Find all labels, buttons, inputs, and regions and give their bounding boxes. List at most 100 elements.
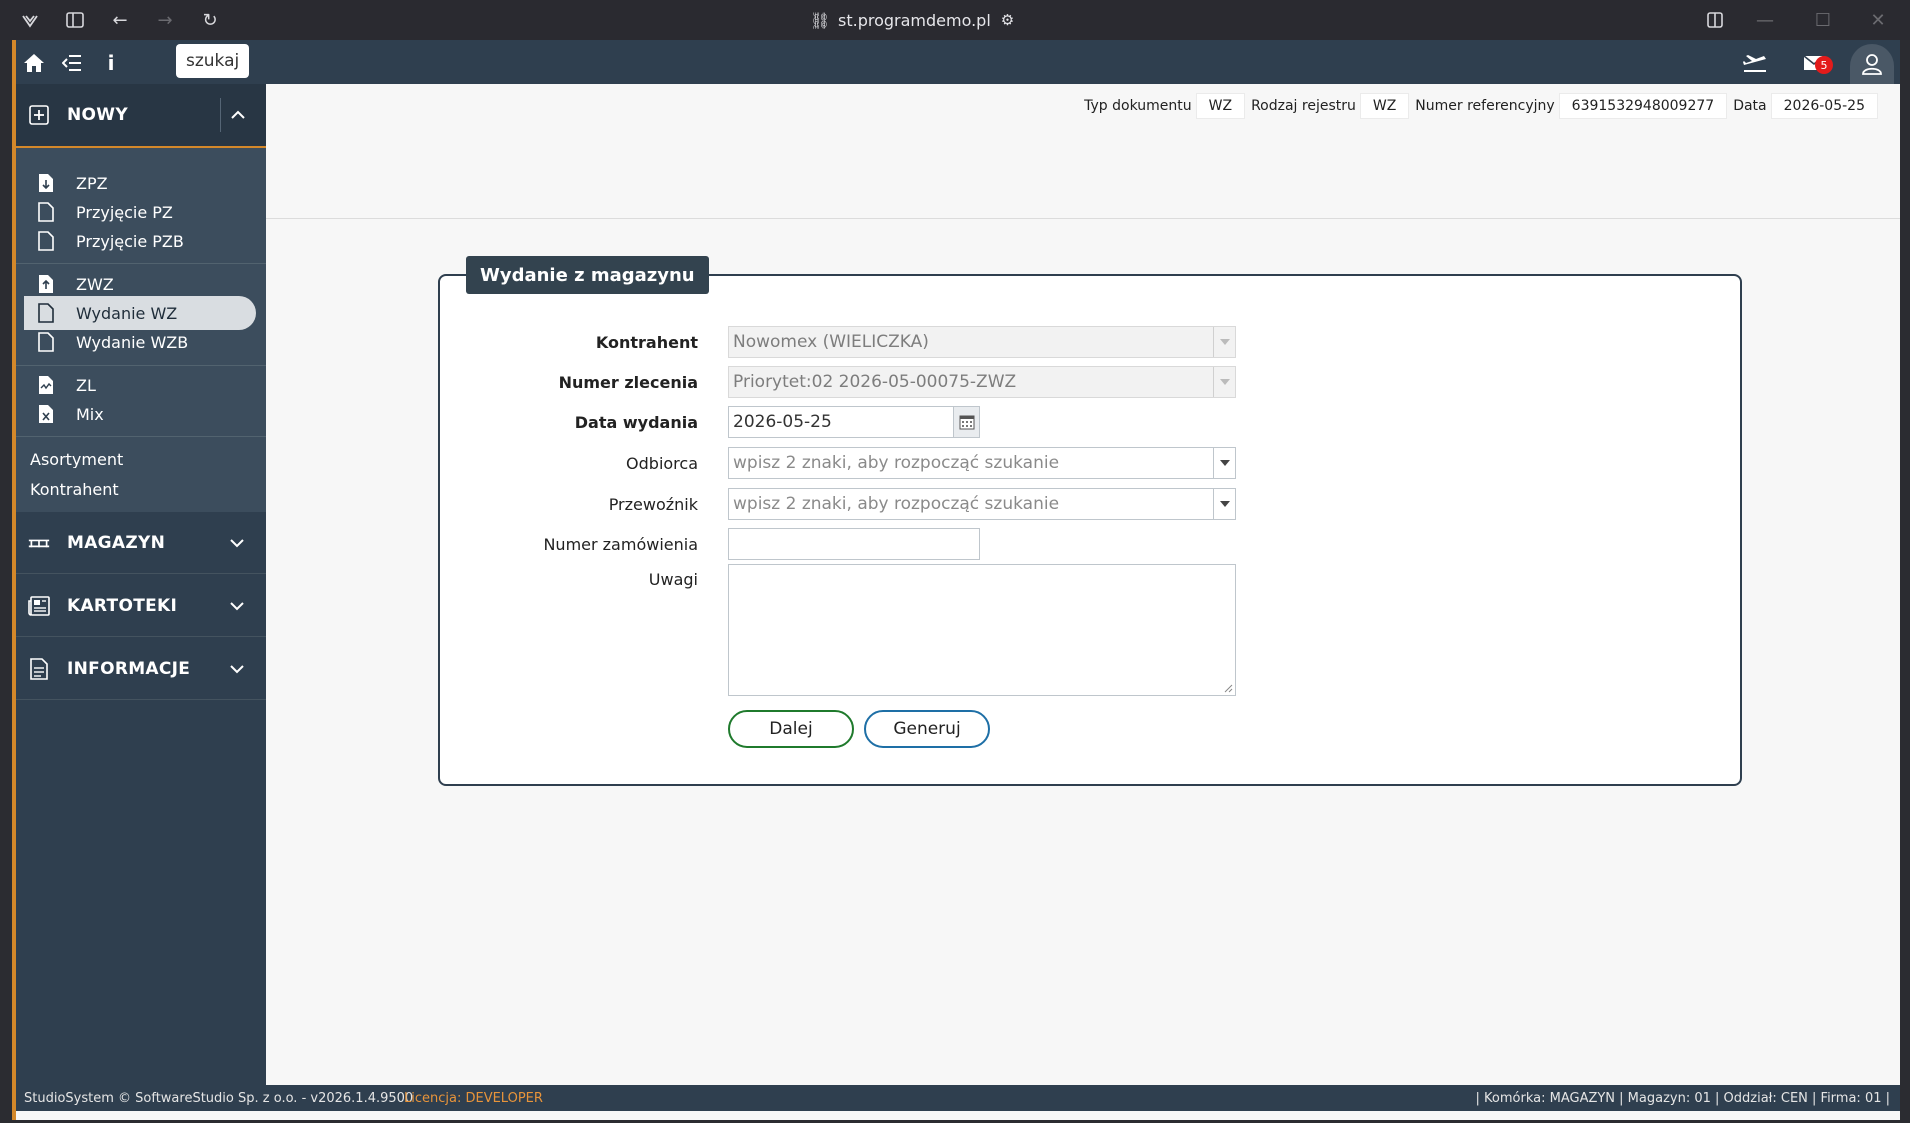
sidebar-link-kontrahent-label[interactable]: Kontrahent <box>30 480 119 499</box>
uwagi-label: Uwagi <box>648 570 698 589</box>
numer-zlecenia-label: Numer zlecenia <box>558 373 698 392</box>
register-type-label: Rodzaj rejestru <box>1251 98 1356 114</box>
plane-icon[interactable] <box>1742 50 1768 76</box>
numer-zlecenia-value: Priorytet:02 2026-05-00075-ZWZ <box>733 372 1017 392</box>
search-button[interactable]: szukaj <box>176 44 250 78</box>
generuj-button[interactable]: Generuj <box>864 710 990 748</box>
header-divider <box>266 218 1900 219</box>
maximize-icon[interactable]: ☐ <box>1811 8 1835 32</box>
tune-icon[interactable]: ⚙ <box>1001 11 1014 29</box>
sidebar-divider <box>16 436 266 437</box>
minimize-icon[interactable]: — <box>1753 8 1777 32</box>
sidebar-section-label: NOWY <box>67 105 128 125</box>
sidebar-toggle-icon[interactable] <box>63 8 87 32</box>
sidebar-item-wydanie-wzb[interactable]: Wydanie WZB <box>24 325 256 359</box>
main-content: Typ dokumentu WZ Rodzaj rejestru WZ Nume… <box>266 84 1900 1085</box>
document-icon <box>38 332 54 352</box>
reference-number-label: Numer referencyjny <box>1415 98 1555 114</box>
data-wydania-value: 2026-05-25 <box>733 412 832 432</box>
date-value: 2026-05-25 <box>1770 93 1878 119</box>
plus-square-icon <box>28 104 50 126</box>
dropdown-arrow-icon[interactable] <box>1213 489 1235 519</box>
sidebar-section-nowy[interactable]: NOWY <box>16 84 266 148</box>
user-icon <box>1862 54 1882 75</box>
mail-count-badge: 5 <box>1815 56 1833 74</box>
chevron-up-icon[interactable] <box>220 98 254 132</box>
sidebar-item-label: Przyjęcie PZ <box>76 202 173 222</box>
sidebar-divider <box>16 365 266 366</box>
doc-type-label: Typ dokumentu <box>1084 98 1192 114</box>
logo-icon[interactable] <box>18 8 42 32</box>
sidebar-section-label: KARTOTEKI <box>67 595 178 616</box>
reload-icon[interactable]: ↻ <box>198 8 222 32</box>
user-avatar[interactable] <box>1850 44 1894 84</box>
sidebar-item-label: Wydanie WZ <box>76 303 178 323</box>
browser-chrome: ← → ↻ ⛓ st.programdemo.pl ⚙ — ☐ ✕ <box>0 0 1910 40</box>
sidebar-section-magazyn[interactable]: MAGAZYN <box>16 512 266 574</box>
sidebar-item-mix[interactable]: Mix <box>24 397 256 431</box>
dropdown-arrow-icon <box>1213 367 1235 397</box>
split-view-icon[interactable] <box>1703 8 1727 32</box>
home-icon[interactable] <box>21 50 47 76</box>
document-header: Typ dokumentu WZ Rodzaj rejestru WZ Nume… <box>1084 92 1880 120</box>
forward-icon[interactable]: → <box>153 8 177 32</box>
sidebar-section-label: MAGAZYN <box>67 532 166 553</box>
dropdown-arrow-icon[interactable] <box>1213 448 1235 478</box>
sidebar-section-informacje[interactable]: INFORMACJE <box>16 638 266 700</box>
date-label: Data <box>1733 98 1767 114</box>
calendar-icon[interactable] <box>953 407 979 437</box>
status-footer: StudioSystem © SoftwareStudio Sp. z o.o.… <box>16 1085 1900 1111</box>
footer-license: Licencja: DEVELOPER <box>404 1090 543 1106</box>
back-icon[interactable]: ← <box>108 8 132 32</box>
close-icon[interactable]: ✕ <box>1866 8 1890 32</box>
odbiorca-label: Odbiorca <box>626 454 698 473</box>
form-title: Wydanie z magazynu <box>466 256 709 294</box>
chevron-down-icon[interactable] <box>220 526 254 560</box>
doc-type-value: WZ <box>1195 93 1246 119</box>
issue-form: Wydanie z magazynu Kontrahent Nowomex (W… <box>438 256 1742 786</box>
resize-handle-icon[interactable] <box>1223 683 1233 693</box>
document-chart-icon <box>39 376 53 394</box>
sidebar-item-label: ZWZ <box>76 274 114 294</box>
footer-context: | Komórka: MAGAZYN | Magazyn: 01 | Oddzi… <box>1475 1090 1890 1106</box>
numer-zamowienia-input[interactable] <box>728 528 980 560</box>
address-bar[interactable]: ⛓ st.programdemo.pl ⚙ <box>810 6 1030 34</box>
sidebar-item-label: Przyjęcie PZB <box>76 231 184 251</box>
sidebar-section-label: INFORMACJE <box>67 658 191 679</box>
kontrahent-select: Nowomex (WIELICZKA) <box>728 326 1236 358</box>
uwagi-textarea[interactable] <box>728 564 1236 696</box>
link-icon: ⛓ <box>810 10 831 30</box>
document-icon <box>38 231 54 251</box>
app-topbar: i szukaj 5 <box>16 40 1900 84</box>
sidebar: NOWY ZPZ Przyjęcie PZ Przyjęcie PZB ZWZ … <box>16 84 266 1085</box>
przewoznik-placeholder: wpisz 2 znaki, aby rozpocząć szukanie <box>733 494 1060 514</box>
document-text-icon <box>28 657 50 680</box>
dropdown-arrow-icon <box>1213 327 1235 357</box>
dalej-button[interactable]: Dalej <box>728 710 854 748</box>
przewoznik-combobox[interactable]: wpisz 2 znaki, aby rozpocząć szukanie <box>728 488 1236 520</box>
newspaper-icon <box>28 595 50 617</box>
sidebar-item-label: ZL <box>76 375 96 395</box>
sidebar-item-label: Wydanie WZB <box>76 332 189 352</box>
app-frame: i szukaj 5 NOWY ZPZ Przyjęcie PZ Przyjęc… <box>12 40 1900 1120</box>
sidebar-divider <box>16 263 266 264</box>
menu-collapse-icon[interactable] <box>59 50 85 76</box>
document-icon <box>38 202 54 222</box>
chevron-down-icon[interactable] <box>220 589 254 623</box>
document-download-icon <box>39 174 53 192</box>
document-excel-icon <box>39 405 53 423</box>
numer-zamowienia-label: Numer zamówienia <box>543 535 698 554</box>
sidebar-link-asortyment[interactable]: Asortyment <box>30 450 123 469</box>
przewoznik-label: Przewoźnik <box>608 495 698 514</box>
odbiorca-combobox[interactable]: wpisz 2 znaki, aby rozpocząć szukanie <box>728 447 1236 479</box>
info-icon[interactable]: i <box>98 50 124 76</box>
odbiorca-placeholder: wpisz 2 znaki, aby rozpocząć szukanie <box>733 453 1060 473</box>
kontrahent-value: Nowomex (WIELICZKA) <box>733 332 929 352</box>
document-icon <box>38 303 54 323</box>
sidebar-section-kartoteki[interactable]: KARTOTEKI <box>16 575 266 637</box>
reference-number-value: 6391532948009277 <box>1558 93 1728 119</box>
url-text: st.programdemo.pl <box>838 10 991 30</box>
sidebar-item-przyjecie-pzb[interactable]: Przyjęcie PZB <box>24 224 256 258</box>
data-wydania-input[interactable]: 2026-05-25 <box>728 406 980 438</box>
chevron-down-icon[interactable] <box>220 652 254 686</box>
